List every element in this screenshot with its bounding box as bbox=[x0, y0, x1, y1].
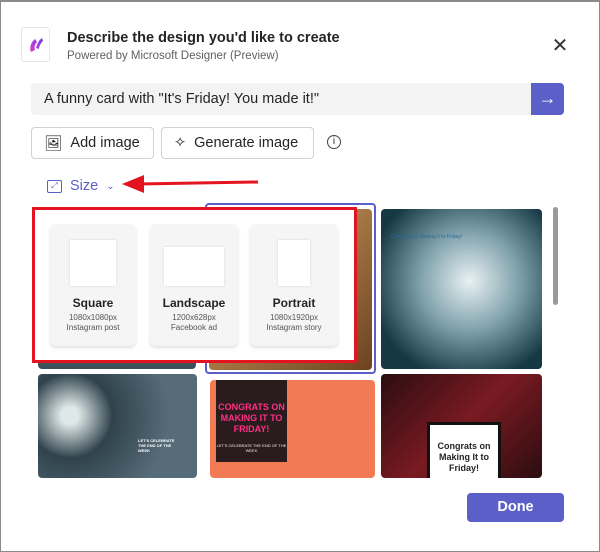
size-option-name: Portrait bbox=[272, 296, 316, 310]
square-preview bbox=[70, 240, 116, 286]
add-image-label: Add image bbox=[70, 135, 140, 151]
design-thumbnail-4[interactable]: LET'S CELEBRATE THE END OF THE WEEK bbox=[38, 374, 197, 478]
sparkle-icon: ✧ bbox=[174, 135, 187, 151]
size-option-square[interactable]: Square 1080x1080px Instagram post bbox=[50, 224, 136, 346]
design-6-card: Congrats on Making It to Friday! bbox=[427, 422, 501, 478]
designer-logo-icon bbox=[21, 27, 50, 62]
size-option-use: Facebook ad bbox=[170, 323, 218, 332]
landscape-preview bbox=[164, 247, 224, 286]
info-icon[interactable]: i bbox=[327, 135, 341, 149]
design-3-text: Congrats on Making It to Friday! bbox=[391, 234, 463, 240]
design-thumbnail-5[interactable]: CONGRATS ON MAKING IT TO FRIDAY! LET'S CE… bbox=[210, 380, 375, 478]
scrollbar[interactable] bbox=[553, 207, 558, 305]
arrow-right-icon: → bbox=[538, 88, 557, 108]
size-dropdown[interactable]: ⤢ Size ⌄ bbox=[47, 178, 115, 194]
dialog-subtitle: Powered by Microsoft Designer (Preview) bbox=[67, 50, 279, 62]
design-thumbnail-3[interactable]: Congrats on Making It to Friday! bbox=[381, 209, 542, 369]
portrait-preview bbox=[278, 240, 310, 286]
design-5-title: CONGRATS ON MAKING IT TO FRIDAY! bbox=[218, 402, 285, 434]
design-6-text: Congrats on Making It to Friday! bbox=[437, 441, 491, 473]
design-4-text: LET'S CELEBRATE THE END OF THE WEEK bbox=[138, 438, 175, 453]
size-option-landscape[interactable]: Landscape 1200x628px Facebook ad bbox=[150, 224, 238, 346]
size-option-name: Landscape bbox=[162, 296, 226, 310]
close-icon[interactable]: ✕ bbox=[550, 36, 570, 56]
size-option-dims: 1200x628px bbox=[172, 313, 216, 322]
size-label: Size bbox=[70, 178, 99, 194]
submit-arrow-button[interactable]: → bbox=[531, 83, 564, 115]
size-option-use: Instagram post bbox=[66, 323, 120, 332]
size-option-dims: 1080x1080px bbox=[68, 313, 118, 322]
resize-icon: ⤢ bbox=[47, 179, 62, 193]
generate-image-label: Generate image bbox=[194, 135, 299, 151]
prompt-input[interactable]: A funny card with "It's Friday! You made… bbox=[31, 83, 531, 115]
size-option-portrait[interactable]: Portrait 1080x1920px Instagram story bbox=[250, 224, 338, 346]
size-option-use: Instagram story bbox=[266, 323, 322, 332]
annotation-arrow bbox=[122, 175, 259, 193]
generate-image-button[interactable]: ✧ Generate image bbox=[161, 127, 314, 159]
dialog-title: Describe the design you'd like to create bbox=[67, 30, 340, 46]
design-5-panel: CONGRATS ON MAKING IT TO FRIDAY! LET'S CE… bbox=[216, 380, 287, 462]
size-option-name: Square bbox=[72, 296, 114, 310]
design-thumbnail-6[interactable]: Congrats on Making It to Friday! bbox=[381, 374, 542, 478]
chevron-down-icon: ⌄ bbox=[106, 180, 115, 192]
done-button[interactable]: Done bbox=[467, 493, 564, 522]
size-option-dims: 1080x1920px bbox=[269, 313, 319, 322]
add-image-button[interactable]: 🖼 Add image bbox=[31, 127, 154, 159]
add-image-icon: 🖼 bbox=[44, 135, 63, 152]
design-5-subtitle: LET'S CELEBRATE THE END OF THE WEEK bbox=[216, 443, 287, 453]
